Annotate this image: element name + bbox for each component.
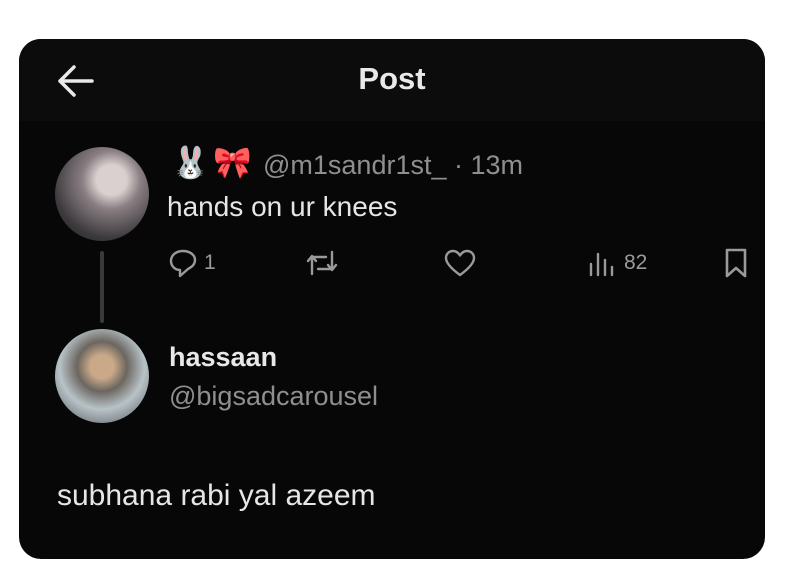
views-icon — [589, 252, 614, 277]
reply-button[interactable]: 1 — [167, 245, 216, 281]
repost-icon — [306, 250, 338, 276]
page-title: Post — [358, 61, 426, 96]
bookmark-button[interactable] — [722, 245, 750, 281]
avatar-original-post[interactable] — [55, 147, 149, 241]
bookmark-icon — [725, 248, 747, 278]
avatar-reply[interactable] — [55, 329, 149, 423]
repost-button[interactable] — [304, 245, 340, 281]
original-post-time: · 13m — [454, 150, 524, 180]
ribbon-emoji: 🎀 — [213, 145, 252, 180]
header-bar: Post — [19, 39, 765, 121]
views-count: 82 — [624, 251, 648, 274]
reply-text: subhana rabi yal azeem — [57, 479, 376, 512]
views-button[interactable]: 82 — [586, 245, 647, 281]
bunny-emoji: 🐰 — [171, 145, 210, 180]
post-screen: Post 🐰 🎀 @m1sandr1st_ · 13m hands on ur … — [19, 39, 765, 559]
original-post-meta[interactable]: @m1sandr1st_ · 13m — [263, 150, 523, 181]
like-button[interactable] — [443, 245, 477, 281]
reply-author-name[interactable]: hassaan — [169, 342, 277, 373]
thread-line — [100, 251, 104, 323]
original-post-handle[interactable]: @m1sandr1st_ — [263, 150, 447, 180]
reply-icon — [169, 249, 197, 278]
like-icon — [444, 249, 476, 277]
reply-count: 1 — [204, 251, 216, 274]
original-post-text: hands on ur knees — [167, 191, 398, 222]
reply-author-handle[interactable]: @bigsadcarousel — [169, 381, 378, 412]
